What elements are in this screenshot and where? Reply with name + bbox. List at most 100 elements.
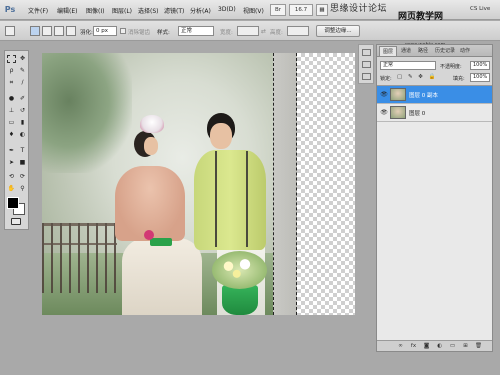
move-tool-icon[interactable]: ✥ xyxy=(18,55,27,63)
width-field[interactable] xyxy=(237,26,259,36)
menu-3d[interactable]: 3D(D) xyxy=(218,6,236,13)
blur-tool-icon[interactable]: ♦ xyxy=(7,131,16,139)
height-field[interactable] xyxy=(287,26,309,36)
blend-mode-select[interactable]: 正常 xyxy=(380,61,436,70)
pen-tool-icon[interactable]: ✒ xyxy=(7,147,16,155)
menu-filter[interactable]: 滤镜(T) xyxy=(164,6,184,15)
refine-edge-button[interactable]: 调整边缘... xyxy=(316,25,360,37)
shape-tool-icon[interactable]: ■ xyxy=(18,159,27,167)
new-layer-icon[interactable]: ⊞ xyxy=(462,343,469,350)
menu-file[interactable]: 文件(F) xyxy=(28,6,48,15)
trash-icon[interactable]: 🗑 xyxy=(475,343,482,350)
tab-actions[interactable]: 动作 xyxy=(457,46,473,56)
menu-select[interactable]: 选择(S) xyxy=(138,6,159,15)
dodge-tool-icon[interactable]: ◐ xyxy=(18,131,27,139)
photoshop-logo: Ps xyxy=(4,5,16,14)
layers-panel-footer: ∞ fx ◙ ◐ ▭ ⊞ 🗑 xyxy=(377,340,492,351)
quick-mask-icon[interactable] xyxy=(11,218,21,225)
opacity-label: 不透明度: xyxy=(440,64,462,70)
layer-name: 图层 0 副本 xyxy=(409,93,438,99)
layers-list: 👁 图层 0 副本 👁 图层 0 xyxy=(377,85,492,340)
cs-live[interactable]: CS Live xyxy=(470,6,490,12)
marquee-tool-icon[interactable] xyxy=(7,55,16,63)
3d-orbit-icon[interactable]: ⟳ xyxy=(18,173,27,181)
menu-image[interactable]: 图像(I) xyxy=(86,6,104,15)
brush-tool-icon[interactable]: ✐ xyxy=(18,95,27,103)
collapsed-panel-dock[interactable] xyxy=(358,44,374,84)
bride-headpiece xyxy=(140,115,164,133)
options-bar: 羽化: 0 px 消除锯齿 样式: 正常 宽度: ⇄ 高度: 调整边缘... w… xyxy=(0,21,500,48)
feather-label: 羽化: xyxy=(80,30,93,36)
type-tool-icon[interactable]: T xyxy=(18,147,27,155)
new-selection-icon[interactable] xyxy=(30,26,40,36)
lock-label: 锁定: xyxy=(380,76,392,82)
groom-suspender-right xyxy=(246,151,248,247)
opacity-field[interactable]: 100% xyxy=(470,61,490,70)
arrange-icon[interactable]: ▦ xyxy=(316,4,328,16)
bride-face xyxy=(144,137,158,155)
fill-field[interactable]: 100% xyxy=(470,73,490,82)
panel-icon[interactable] xyxy=(362,73,371,80)
lasso-tool-icon[interactable]: ρ xyxy=(7,67,16,75)
path-select-icon[interactable]: ➤ xyxy=(7,159,16,167)
width-label: 宽度: xyxy=(220,30,233,36)
document-canvas[interactable] xyxy=(42,53,355,315)
layers-panel: 图层 通道 路径 历史记录 动作 正常 不透明度: 100% 锁定: ▢ ✎ ✥… xyxy=(376,44,493,352)
menu-bar: Ps 文件(F) 编辑(E) 图像(I) 图层(L) 选择(S) 滤镜(T) 分… xyxy=(0,0,500,22)
subtract-selection-icon[interactable] xyxy=(54,26,64,36)
layer-row[interactable]: 👁 图层 0 xyxy=(377,104,492,122)
tab-history[interactable]: 历史记录 xyxy=(432,46,458,56)
groom-shirt xyxy=(194,150,266,250)
zoom-tool-icon[interactable]: ⚲ xyxy=(18,185,27,193)
history-brush-icon[interactable]: ↺ xyxy=(18,107,27,115)
panel-icon[interactable] xyxy=(362,49,371,56)
transparent-area xyxy=(297,53,355,315)
intersect-selection-icon[interactable] xyxy=(66,26,76,36)
fill-label: 填充: xyxy=(453,76,465,82)
feather-field[interactable]: 0 px xyxy=(93,26,117,36)
panel-icon[interactable] xyxy=(362,61,371,68)
tab-paths[interactable]: 路径 xyxy=(415,46,431,56)
menu-view[interactable]: 视图(V) xyxy=(243,6,264,15)
bride-sash xyxy=(150,238,172,246)
gradient-tool-icon[interactable]: ▮ xyxy=(18,119,27,127)
foreground-color-swatch[interactable] xyxy=(7,197,19,209)
wooden-fence xyxy=(42,223,117,293)
link-icon[interactable]: ∞ xyxy=(397,343,404,350)
healing-brush-icon[interactable]: ● xyxy=(7,95,16,103)
mask-icon[interactable]: ◙ xyxy=(423,343,430,350)
bride-flower xyxy=(144,230,154,240)
style-select[interactable]: 正常 xyxy=(178,26,214,36)
watermark-forum: 思缘设计论坛 xyxy=(330,4,388,14)
antialias-checkbox[interactable] xyxy=(120,28,126,34)
clone-stamp-icon[interactable]: ⊥ xyxy=(7,107,16,115)
height-label: 高度: xyxy=(270,30,283,36)
eyedropper-icon[interactable]: ∕ xyxy=(18,79,27,87)
menu-analysis[interactable]: 分析(A) xyxy=(190,6,211,15)
folder-icon[interactable]: ▭ xyxy=(449,343,456,350)
visibility-eye-icon[interactable]: 👁 xyxy=(380,91,388,99)
layer-thumbnail xyxy=(390,106,406,119)
visibility-eye-icon[interactable]: 👁 xyxy=(380,109,388,117)
layer-name: 图层 0 xyxy=(409,111,426,117)
quick-select-icon[interactable]: ✎ xyxy=(18,67,27,75)
fx-icon[interactable]: fx xyxy=(410,343,417,350)
3d-rotate-icon[interactable]: ⟲ xyxy=(7,173,16,181)
crop-tool-icon[interactable]: ⌗ xyxy=(7,79,16,87)
layer-row[interactable]: 👁 图层 0 副本 xyxy=(377,86,492,104)
eraser-tool-icon[interactable]: ▭ xyxy=(7,119,16,127)
zoom-level[interactable]: 16.7 xyxy=(289,4,313,16)
menu-layer[interactable]: 图层(L) xyxy=(112,6,132,15)
lock-icons[interactable]: ▢ ✎ ✥ 🔒 xyxy=(397,74,438,80)
marquee-preset-icon[interactable] xyxy=(5,26,15,36)
add-selection-icon[interactable] xyxy=(42,26,52,36)
bridge-button[interactable]: Br xyxy=(270,4,286,16)
swap-icon[interactable]: ⇄ xyxy=(261,28,266,35)
menu-edit[interactable]: 编辑(E) xyxy=(57,6,77,15)
hand-tool-icon[interactable]: ✋ xyxy=(7,185,16,193)
style-label: 样式: xyxy=(157,30,170,36)
tab-layers[interactable]: 图层 xyxy=(379,46,398,56)
bride-dress xyxy=(122,238,202,315)
tab-channels[interactable]: 通道 xyxy=(398,46,414,56)
adjustment-icon[interactable]: ◐ xyxy=(436,343,443,350)
